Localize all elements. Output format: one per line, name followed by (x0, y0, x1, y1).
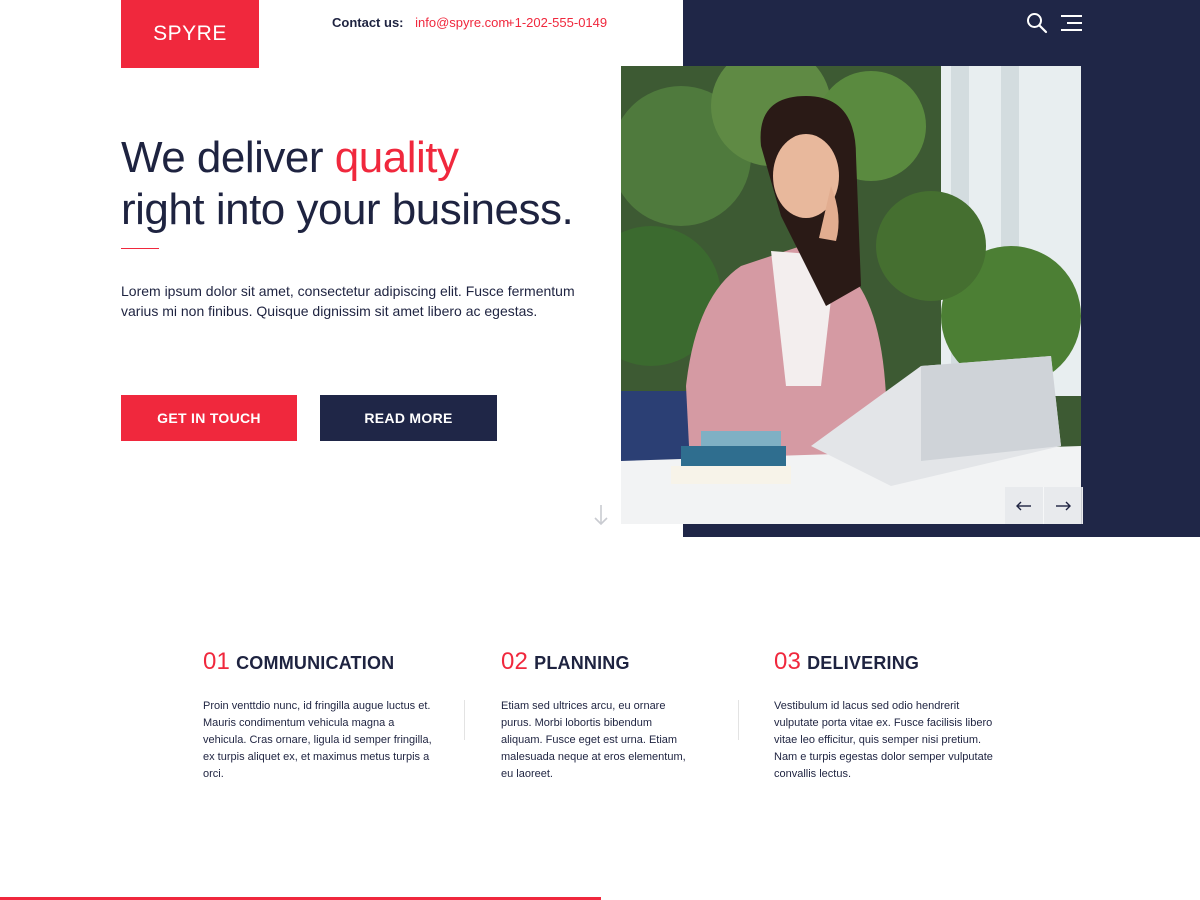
search-icon[interactable] (1025, 11, 1049, 35)
feature-title-text: PLANNING (534, 653, 630, 673)
feature-number: 03 (774, 648, 802, 675)
feature-text: Etiam sed ultrices arcu, eu ornare purus… (501, 700, 686, 780)
feature-text: Proin venttdio nunc, id fringilla augue … (203, 700, 432, 780)
arrow-left-icon[interactable] (1005, 487, 1044, 524)
feature-title-text: COMMUNICATION (236, 653, 395, 673)
feature-delivering: 03 DELIVERING Vestibulum id lacus sed odi… (774, 648, 1014, 783)
feature-planning: 02 PLANNING Etiam sed ultrices arcu, eu o… (501, 648, 741, 783)
feature-communication: 01 COMMUNICATION Proin venttdio nunc, id … (203, 648, 443, 783)
hero-headline: We deliver quality right into your busine… (121, 132, 574, 236)
contact-label: Contact us: (332, 15, 404, 30)
headline-prefix: We deliver (121, 133, 335, 182)
header-contact: Contact us: info@spyre.com +1-202-555-01… (332, 15, 607, 30)
feature-divider (464, 700, 465, 740)
logo-text: SPYRE (153, 22, 227, 45)
feature-text: Vestibulum id lacus sed odio hendrerit v… (774, 700, 993, 780)
feature-title-text: DELIVERING (807, 653, 920, 673)
headline-accent-word: quality (334, 133, 459, 182)
hero-slider-nav (1005, 487, 1083, 524)
arrow-down-icon[interactable] (592, 504, 610, 526)
headline-divider (121, 248, 159, 249)
header-actions (1025, 11, 1083, 35)
feature-number: 01 (203, 648, 231, 675)
contact-phone-link[interactable]: +1-202-555-0149 (507, 15, 607, 30)
get-in-touch-button[interactable]: GET IN TOUCH (121, 395, 297, 441)
site-logo[interactable]: SPYRE (121, 0, 259, 68)
contact-email-link[interactable]: info@spyre.com (415, 15, 509, 30)
feature-title: 02 PLANNING (501, 648, 741, 676)
feature-number: 02 (501, 648, 529, 675)
headline-line2: right into your business. (121, 185, 574, 234)
arrow-right-icon[interactable] (1044, 487, 1083, 524)
feature-title: 01 COMMUNICATION (203, 648, 443, 676)
feature-divider (738, 700, 739, 740)
hero-photo (621, 66, 1081, 524)
feature-title: 03 DELIVERING (774, 648, 1014, 676)
menu-icon[interactable] (1059, 11, 1083, 35)
read-more-button[interactable]: READ MORE (320, 395, 497, 441)
hero-lead-text: Lorem ipsum dolor sit amet, consectetur … (121, 283, 575, 319)
